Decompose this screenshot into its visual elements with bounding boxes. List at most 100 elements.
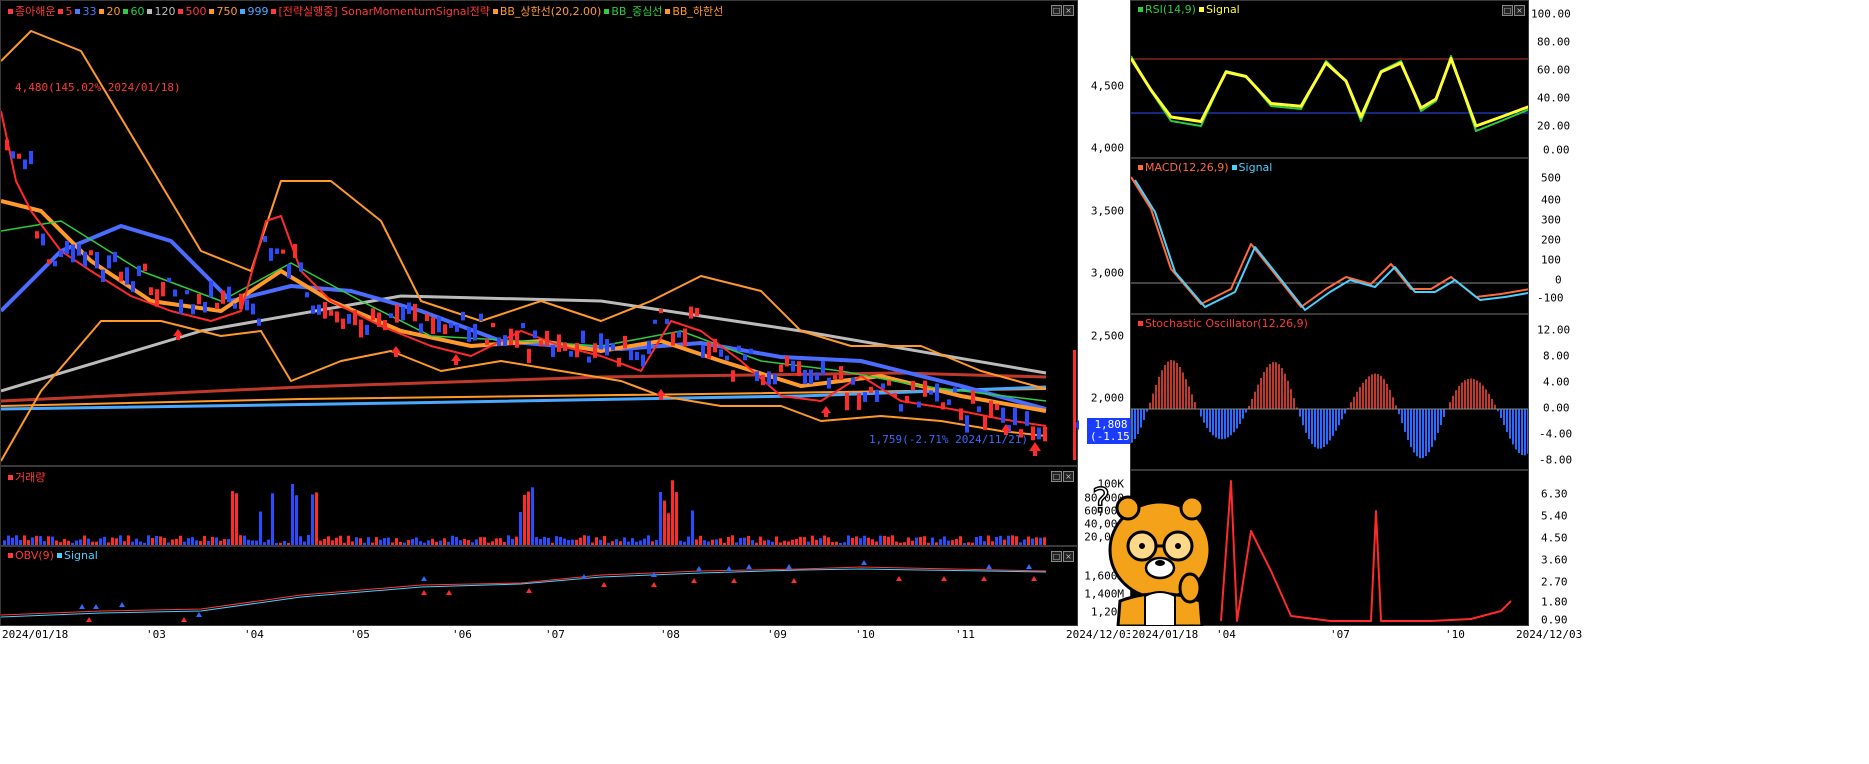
legend-item: 999 bbox=[247, 5, 269, 18]
volume-bar bbox=[923, 536, 926, 545]
rsi-pane[interactable]: RSI(14,9) Signal □ × bbox=[1130, 0, 1529, 158]
signal-arrow-icon bbox=[981, 576, 987, 581]
br-tick: 4.50 bbox=[1541, 531, 1568, 545]
candle bbox=[425, 313, 429, 322]
candle bbox=[479, 313, 483, 321]
candle bbox=[377, 312, 381, 327]
stoch-histogram-bar bbox=[1482, 385, 1484, 409]
candle bbox=[149, 287, 153, 296]
volume-bar bbox=[599, 539, 602, 545]
candle bbox=[881, 383, 885, 389]
candle bbox=[827, 377, 831, 389]
volume-bar bbox=[963, 542, 966, 545]
stoch-histogram-bar bbox=[1164, 364, 1166, 409]
rsi-tick: 20.00 bbox=[1537, 119, 1571, 133]
candle bbox=[11, 151, 15, 159]
volume-bar bbox=[435, 541, 438, 545]
volume-bar bbox=[287, 542, 290, 545]
price-chart-canvas[interactable] bbox=[1, 1, 1078, 466]
volume-bar bbox=[523, 494, 526, 545]
stoch-histogram-bar bbox=[1458, 385, 1460, 409]
volume-bar bbox=[1027, 536, 1030, 545]
candle bbox=[503, 335, 507, 347]
candle bbox=[725, 355, 729, 361]
obv-title: OBV(9) bbox=[15, 549, 54, 562]
stoch-histogram-bar bbox=[1467, 378, 1469, 409]
maximize-button[interactable]: □ bbox=[1051, 551, 1062, 562]
x-tick: 2024/12/03 bbox=[1516, 628, 1583, 641]
candle bbox=[17, 153, 21, 159]
volume-bar bbox=[259, 511, 262, 545]
candle bbox=[731, 370, 735, 382]
volume-bar bbox=[295, 495, 298, 545]
candle bbox=[611, 343, 615, 351]
volume-pane[interactable]: 거래량 □ × bbox=[0, 466, 1078, 546]
stoch-histogram-bar bbox=[1392, 397, 1394, 409]
stoch-histogram-bar bbox=[1302, 409, 1304, 426]
volume-bar bbox=[847, 535, 850, 545]
volume-bar bbox=[655, 539, 658, 545]
volume-bar bbox=[703, 540, 706, 545]
candle bbox=[317, 304, 321, 315]
close-button[interactable]: × bbox=[1514, 5, 1525, 16]
volume-bar bbox=[379, 539, 382, 545]
volume-bar bbox=[339, 535, 342, 545]
stoch-histogram-bar bbox=[1335, 409, 1337, 431]
candle bbox=[653, 319, 657, 324]
current-price-tag: 1,808 (-1.15%) bbox=[1087, 418, 1143, 444]
low-annotation: 1,759(-2.71% 2024/11/21) bbox=[869, 433, 1028, 446]
volume-bar bbox=[443, 538, 446, 545]
volume-bar bbox=[427, 540, 430, 545]
candle bbox=[203, 301, 207, 313]
volume-bar bbox=[1019, 542, 1022, 545]
stoch-histogram-bar bbox=[1503, 409, 1505, 426]
volume-bar bbox=[127, 535, 130, 545]
volume-bar bbox=[491, 541, 494, 545]
x-tick: '04 bbox=[244, 628, 264, 641]
candle bbox=[329, 310, 333, 316]
maximize-button[interactable]: □ bbox=[1051, 471, 1062, 482]
macd-legend: MACD(12,26,9) Signal bbox=[1135, 161, 1272, 174]
candle bbox=[707, 341, 711, 359]
volume-bar bbox=[275, 542, 278, 545]
volume-bar bbox=[699, 535, 702, 545]
stoch-histogram-bar bbox=[1254, 391, 1256, 409]
price-legend: 종아해운 5 33 20 60 120 500 750 999 [전략실행중] SonarMome… bbox=[5, 3, 723, 19]
candle bbox=[431, 317, 435, 335]
volume-bar bbox=[151, 537, 154, 545]
obv-pane[interactable]: OBV(9) Signal □ × bbox=[0, 546, 1078, 626]
signal-arrow-icon bbox=[691, 578, 697, 583]
candle bbox=[941, 402, 945, 410]
volume-bar bbox=[147, 535, 150, 545]
candle bbox=[287, 263, 291, 279]
macd-pane[interactable]: MACD(12,26,9) Signal bbox=[1130, 158, 1529, 314]
candle bbox=[623, 335, 627, 349]
close-button[interactable]: × bbox=[1063, 551, 1074, 562]
maximize-button[interactable]: □ bbox=[1051, 5, 1062, 16]
volume-bar bbox=[567, 539, 570, 545]
volume-bar bbox=[751, 540, 754, 545]
stoch-histogram-bar bbox=[1485, 389, 1487, 409]
volume-bar bbox=[131, 541, 134, 545]
signal-arrow-icon bbox=[941, 576, 947, 581]
volume-bar bbox=[375, 537, 378, 545]
close-button[interactable]: × bbox=[1063, 471, 1074, 482]
candle bbox=[269, 248, 273, 261]
close-button[interactable]: × bbox=[1063, 5, 1074, 16]
stochastic-pane[interactable]: Stochastic Oscillator(12,26,9) bbox=[1130, 314, 1529, 470]
maximize-button[interactable]: □ bbox=[1502, 5, 1513, 16]
candle bbox=[179, 299, 183, 314]
legend-swatch bbox=[1198, 7, 1204, 12]
volume-bar bbox=[251, 540, 254, 545]
legend-item: BB_상한선(20,2.00) bbox=[499, 5, 602, 18]
volume-bar bbox=[175, 538, 178, 545]
stoch-histogram-bar bbox=[1521, 409, 1523, 456]
volume-bar bbox=[195, 540, 198, 545]
macd-tick: 200 bbox=[1541, 233, 1561, 247]
price-chart-pane[interactable]: 종아해운 5 33 20 60 120 500 750 999 [전략실행중] SonarMome… bbox=[0, 0, 1078, 466]
candle bbox=[665, 318, 669, 325]
price-tick: 2,000 bbox=[1090, 391, 1124, 405]
volume-bar bbox=[683, 541, 686, 545]
rsi-tick: 0.00 bbox=[1543, 143, 1570, 157]
candle bbox=[119, 271, 123, 282]
